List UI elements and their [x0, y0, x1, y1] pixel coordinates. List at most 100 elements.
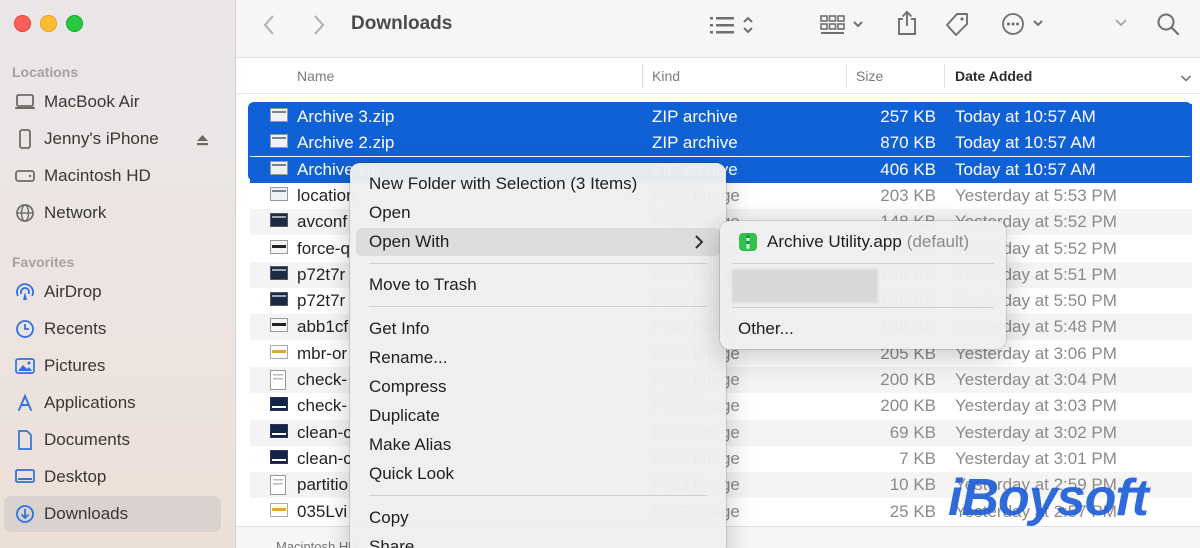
path-bar-location[interactable]: Macintosh HD — [276, 539, 358, 548]
menu-item-move-to-trash[interactable]: Move to Trash — [356, 271, 720, 299]
sidebar-item-macintosh-hd[interactable]: Macintosh HD — [4, 158, 221, 194]
sidebar-item-pictures[interactable]: Pictures — [4, 348, 221, 384]
file-size: 25 KB — [889, 501, 936, 521]
file-date-added: Yesterday at 3:04 PM — [955, 370, 1117, 389]
file-date-added: Yesterday at 3:01 PM — [955, 448, 1117, 468]
globe-icon — [14, 202, 36, 224]
eject-icon[interactable] — [196, 132, 209, 146]
submenu-item-label: Archive Utility.app — [767, 232, 902, 251]
chevron-right-icon — [694, 234, 704, 250]
sidebar: Locations MacBook Air Jenny's iPhone Mac… — [0, 0, 236, 548]
sidebar-item-applications[interactable]: Applications — [4, 385, 221, 421]
file-icon — [270, 396, 288, 416]
search-icon[interactable] — [1156, 12, 1180, 36]
column-kind[interactable]: Kind — [652, 68, 680, 84]
file-size: 200 KB — [880, 370, 936, 389]
zoom-window-button[interactable] — [66, 15, 83, 32]
sidebar-item-label: Documents — [44, 430, 130, 449]
menu-item-open[interactable]: Open — [356, 199, 720, 227]
file-icon — [270, 317, 288, 337]
back-chevron-icon[interactable] — [262, 14, 276, 36]
file-icon — [270, 370, 288, 390]
group-icon[interactable] — [820, 14, 866, 36]
sidebar-item-iphone[interactable]: Jenny's iPhone — [4, 121, 221, 157]
document-icon — [14, 429, 36, 451]
menu-separator — [369, 263, 707, 264]
sidebar-item-label: Recents — [44, 319, 107, 338]
sidebar-item-macbook-air[interactable]: MacBook Air — [4, 84, 221, 120]
submenu-item-other[interactable]: Other... — [726, 314, 1000, 344]
menu-item-open-with[interactable]: Open With — [356, 228, 720, 256]
iphone-icon — [14, 128, 36, 150]
sidebar-item-label: Network — [44, 203, 107, 222]
sidebar-item-label: MacBook Air — [44, 92, 140, 111]
menu-item-make-alias[interactable]: Make Alias — [356, 431, 720, 459]
sidebar-item-network[interactable]: Network — [4, 195, 221, 231]
sort-chevron-icon[interactable] — [1180, 70, 1192, 86]
sidebar-item-label: Applications — [44, 393, 136, 412]
sidebar-item-downloads[interactable]: Downloads — [4, 496, 221, 532]
column-name[interactable]: Name — [297, 68, 334, 84]
open-with-submenu: Archive Utility.app (default) Other... — [720, 221, 1006, 349]
laptop-icon — [14, 91, 36, 113]
sidebar-item-recents[interactable]: Recents — [4, 311, 221, 347]
file-name: check- — [297, 396, 348, 416]
submenu-item-archive-utility[interactable]: Archive Utility.app (default) — [726, 227, 1000, 257]
column-divider[interactable] — [944, 64, 945, 88]
window-title: Downloads — [351, 13, 453, 34]
chevron-down-icon[interactable] — [1114, 18, 1128, 28]
file-size: 10 KB — [889, 475, 936, 495]
sidebar-item-label: Jenny's iPhone — [44, 129, 159, 148]
column-divider[interactable] — [846, 64, 847, 88]
menu-item-quick-look[interactable]: Quick Look — [356, 460, 720, 488]
photo-icon — [14, 355, 36, 377]
file-name: clean-c — [297, 448, 352, 468]
menu-item-duplicate[interactable]: Duplicate — [356, 402, 720, 430]
list-view-icon[interactable] — [710, 14, 756, 36]
context-menu: New Folder with Selection (3 Items) Open… — [350, 163, 726, 548]
sidebar-item-documents[interactable]: Documents — [4, 422, 221, 458]
menu-item-copy[interactable]: Copy — [356, 504, 720, 532]
file-name: p72t7r — [297, 291, 346, 311]
sidebar-section-favorites: Favorites — [12, 254, 75, 270]
file-name: mbr-or — [297, 343, 348, 363]
menu-item-get-info[interactable]: Get Info — [356, 315, 720, 343]
menu-separator — [369, 306, 707, 307]
menu-item-rename[interactable]: Rename... — [356, 344, 720, 372]
sidebar-item-desktop[interactable]: Desktop — [4, 459, 221, 495]
file-name: location — [297, 185, 356, 205]
sidebar-item-airdrop[interactable]: AirDrop — [4, 274, 221, 310]
menu-item-compress[interactable]: Compress — [356, 373, 720, 401]
sidebar-item-label: AirDrop — [44, 282, 102, 301]
column-size[interactable]: Size — [856, 68, 883, 84]
column-divider[interactable] — [642, 64, 643, 88]
minimize-window-button[interactable] — [40, 15, 57, 32]
file-name: abb1cf — [297, 317, 349, 337]
applications-icon — [14, 392, 36, 414]
menu-item-share[interactable]: Share... — [356, 533, 720, 548]
blurred-app-entry[interactable] — [732, 269, 878, 303]
file-size: 7 KB — [899, 448, 936, 468]
share-icon[interactable] — [896, 10, 918, 36]
file-icon — [270, 423, 288, 443]
menu-item-label: Open With — [369, 232, 450, 251]
disk-icon — [14, 165, 36, 187]
file-name: clean-c — [297, 422, 352, 442]
forward-chevron-icon[interactable] — [312, 14, 326, 36]
column-date-added[interactable]: Date Added — [955, 68, 1032, 84]
more-actions-icon[interactable] — [1002, 12, 1048, 36]
menu-separator — [732, 307, 994, 308]
default-app-tag: (default) — [906, 232, 970, 251]
file-size: 203 KB — [880, 185, 936, 205]
menu-separator — [732, 263, 994, 264]
file-name: check- — [297, 370, 348, 389]
tag-icon[interactable] — [944, 11, 970, 37]
menu-item-new-folder-with-selection[interactable]: New Folder with Selection (3 Items) — [356, 170, 720, 198]
toolbar: Downloads — [236, 0, 1200, 58]
file-name: force-q — [297, 238, 350, 258]
file-name: p72t7r — [297, 264, 346, 284]
sidebar-item-label: Pictures — [44, 356, 106, 375]
sidebar-section-locations: Locations — [12, 64, 79, 80]
file-date-added: Yesterday at 5:53 PM — [955, 185, 1117, 205]
close-window-button[interactable] — [14, 15, 31, 32]
